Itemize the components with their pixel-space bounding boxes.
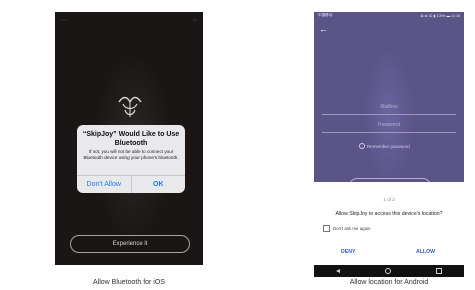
battery-icon: ▭ [193,16,197,22]
ok-button[interactable]: OK [130,176,186,193]
ios-phone-screen: ••• ▭ “SkipJoy” Would Like to Use Blueto… [55,12,203,265]
nav-back-icon[interactable] [336,269,341,273]
dont-ask-label: Don't ask me again [333,226,371,231]
allow-button[interactable]: ALLOW [416,249,435,255]
carrier-label: 中国移动 [318,13,333,17]
dont-allow-button[interactable]: Don't Allow [77,176,131,193]
ios-status-bar: ••• ▭ [61,15,197,23]
status-indicators: ⊠ ⊗ 32 ▮ 100% ▬ 11:18 [420,14,461,18]
username-placeholder: Mailbox [380,104,398,110]
android-status-bar: 中国移动 ⊠ ⊗ 32 ▮ 100% ▬ 11:18 [314,12,464,23]
background-figure [364,47,414,187]
remember-label: Remember password [367,143,410,149]
experience-button[interactable]: Experience it [70,235,190,253]
alert-message: If not, you will not be able to connect … [83,149,179,161]
location-permission-dialog: 1 of 2 Allow SkipJoy to access this devi… [314,182,464,265]
password-placeholder: Password [378,122,400,128]
skipjoy-logo-icon [118,96,142,117]
dont-ask-checkbox[interactable]: Don't ask me again [323,225,370,232]
arrow-left-icon[interactable]: ← [319,25,328,34]
signal-icon: ••• [61,16,69,22]
android-nav-bar [314,265,464,277]
checkbox-icon [323,225,330,232]
alert-title: “SkipJoy” Would Like to Use Bluetooth [82,131,180,147]
ios-caption: Allow Bluetooth for iOS [93,279,165,286]
nav-home-icon[interactable] [384,268,391,274]
dialog-question: Allow SkipJoy to access this device's lo… [335,211,443,217]
radio-icon [359,143,365,149]
dialog-count: 1 of 2 [383,197,395,202]
remember-password-toggle[interactable]: Remember password [359,143,410,149]
password-field[interactable]: Password [322,122,456,133]
deny-button[interactable]: DENY [341,249,355,255]
android-caption: Allow location for Android [349,279,429,286]
android-phone-screen: 中国移动 ⊠ ⊗ 32 ▮ 100% ▬ 11:18 ← Mailbox Pas… [314,12,464,277]
bluetooth-permission-alert: “SkipJoy” Would Like to Use Bluetooth If… [77,125,185,193]
alert-buttons: Don't Allow OK [77,175,185,193]
username-field[interactable]: Mailbox [322,104,456,115]
nav-recent-icon[interactable] [435,268,442,274]
